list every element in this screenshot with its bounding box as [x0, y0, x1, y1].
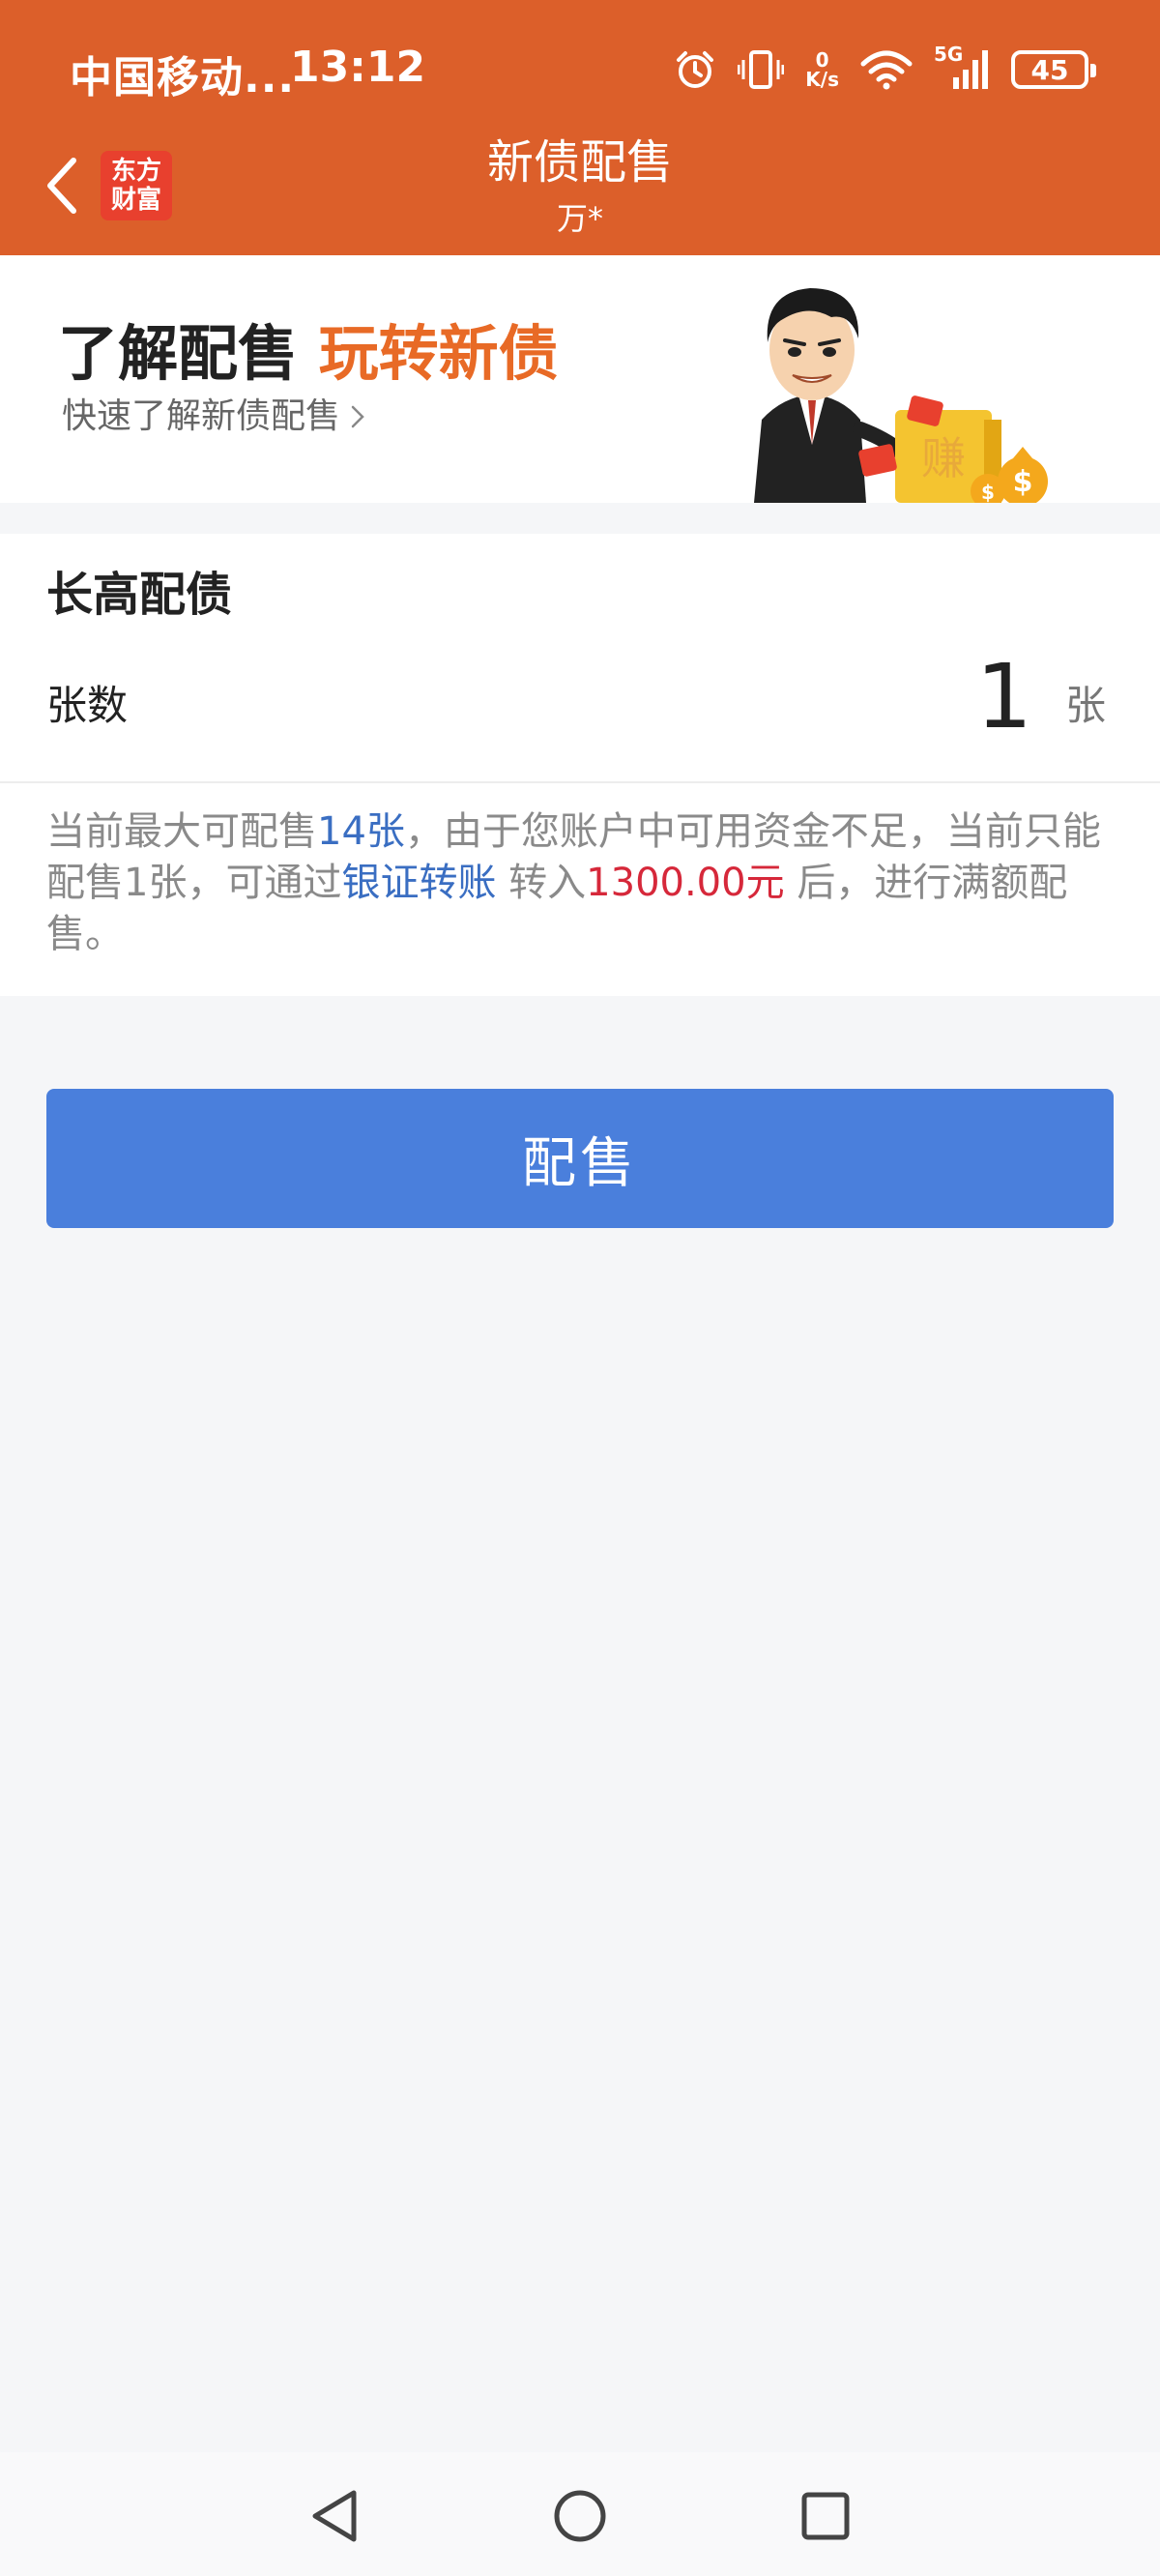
- quantity-unit: 张: [1064, 682, 1106, 729]
- notice-text-3: 转入: [508, 861, 587, 905]
- nav-recents-button[interactable]: [791, 2481, 860, 2551]
- alarm-icon: [674, 48, 716, 91]
- banner-headline-accent: 玩转新债: [318, 318, 559, 389]
- carrier-name: 中国移动...: [70, 53, 296, 102]
- status-time: 13:12: [290, 43, 426, 92]
- system-nav-bar: [0, 2452, 1160, 2576]
- network-type: 5G: [934, 43, 964, 66]
- notice-text-1: 当前最大可配售: [46, 809, 317, 854]
- quantity-label: 张数: [46, 682, 129, 729]
- status-bar: 中国移动... 13:12 0 K/s 5G 45: [0, 0, 1160, 135]
- signal-icon: 5G: [934, 43, 990, 91]
- nav-back-button[interactable]: [300, 2481, 369, 2551]
- wifi-icon: [860, 48, 913, 91]
- banner-headline: 了解配售 玩转新债: [58, 317, 559, 391]
- net-speed: 0 K/s: [805, 50, 839, 89]
- triangle-back-icon: [312, 2490, 357, 2542]
- max-quantity: 14张: [317, 809, 405, 854]
- bank-transfer-link[interactable]: 银证转账: [341, 861, 496, 905]
- page-title: 新债配售: [486, 135, 673, 190]
- app-header: 中国移动... 13:12 0 K/s 5G 45 东方 财富 新债配售 万*: [0, 0, 1160, 255]
- banner-headline-main: 了解配售: [58, 318, 299, 389]
- account-name: 万*: [556, 200, 603, 237]
- allot-button[interactable]: 配售: [46, 1089, 1114, 1228]
- net-speed-unit: K/s: [805, 68, 839, 91]
- net-speed-value: 0: [815, 48, 829, 72]
- banner-learn-more-link[interactable]: 快速了解新债配售: [62, 393, 365, 441]
- status-icons: 0 K/s 5G 45: [674, 43, 1096, 95]
- battery-level: 45: [1030, 53, 1069, 86]
- chevron-right-icon: [351, 405, 364, 428]
- banner-illustration: 赚 $ $: [754, 288, 1048, 503]
- quantity-input[interactable]: 1: [975, 644, 1032, 750]
- allotment-card: 长高配债 张数 1 张 当前最大可配售14张，由于您账户中可用资金不足，当前只能…: [0, 534, 1160, 996]
- divider: [0, 781, 1160, 783]
- required-amount: 1300.00元: [586, 861, 785, 905]
- allotment-notice: 当前最大可配售14张，由于您账户中可用资金不足，当前只能配售1张，可通过银证转账…: [46, 806, 1119, 960]
- banner-link-text: 快速了解新债配售: [62, 396, 341, 436]
- svg-text:$: $: [981, 481, 995, 503]
- promo-banner[interactable]: 了解配售 玩转新债 快速了解新债配售 赚 $ $: [0, 255, 1160, 503]
- banner-art-text: 赚: [921, 432, 966, 484]
- bond-name: 长高配债: [46, 568, 233, 622]
- square-recents-icon: [801, 2492, 850, 2540]
- vibrate-icon: [738, 48, 785, 91]
- svg-text:$: $: [1013, 465, 1033, 499]
- battery-icon: 45: [1011, 50, 1096, 89]
- circle-home-icon: [554, 2490, 606, 2542]
- nav-home-button[interactable]: [545, 2481, 615, 2551]
